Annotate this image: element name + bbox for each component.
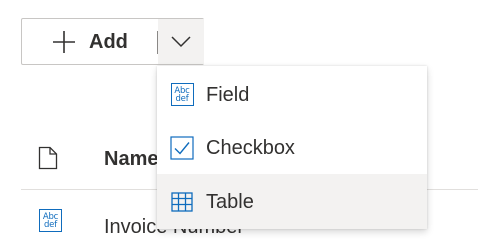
abc-icon-text-bottom: def: [175, 93, 189, 104]
add-split-button: Add: [21, 18, 204, 65]
chevron-down-icon: [171, 35, 191, 47]
checkbox-icon: [170, 135, 194, 160]
add-dropdown-button[interactable]: [158, 19, 204, 64]
add-button-label: Add: [89, 30, 128, 53]
table-icon: [170, 190, 194, 214]
abc-def-icon: Abc def: [39, 209, 63, 233]
app-root: Add Name Abc def Invoice Number Abc: [0, 0, 478, 247]
menu-item-table[interactable]: Table: [157, 174, 427, 229]
column-header-name[interactable]: Name: [104, 147, 158, 171]
menu-item-checkbox-label: Checkbox: [206, 136, 295, 159]
menu-item-field[interactable]: Abc def Field: [157, 68, 427, 121]
document-icon: [38, 146, 58, 170]
menu-item-checkbox[interactable]: Checkbox: [157, 121, 427, 174]
abc-def-icon: Abc def: [170, 83, 194, 107]
plus-icon: [52, 30, 76, 54]
add-button[interactable]: Add: [22, 19, 158, 64]
menu-item-field-label: Field: [206, 83, 250, 106]
menu-item-table-label: Table: [206, 190, 254, 213]
abc-icon-text-bottom: def: [43, 219, 58, 230]
add-dropdown-menu: Abc def Field Checkbox Table: [157, 66, 427, 229]
